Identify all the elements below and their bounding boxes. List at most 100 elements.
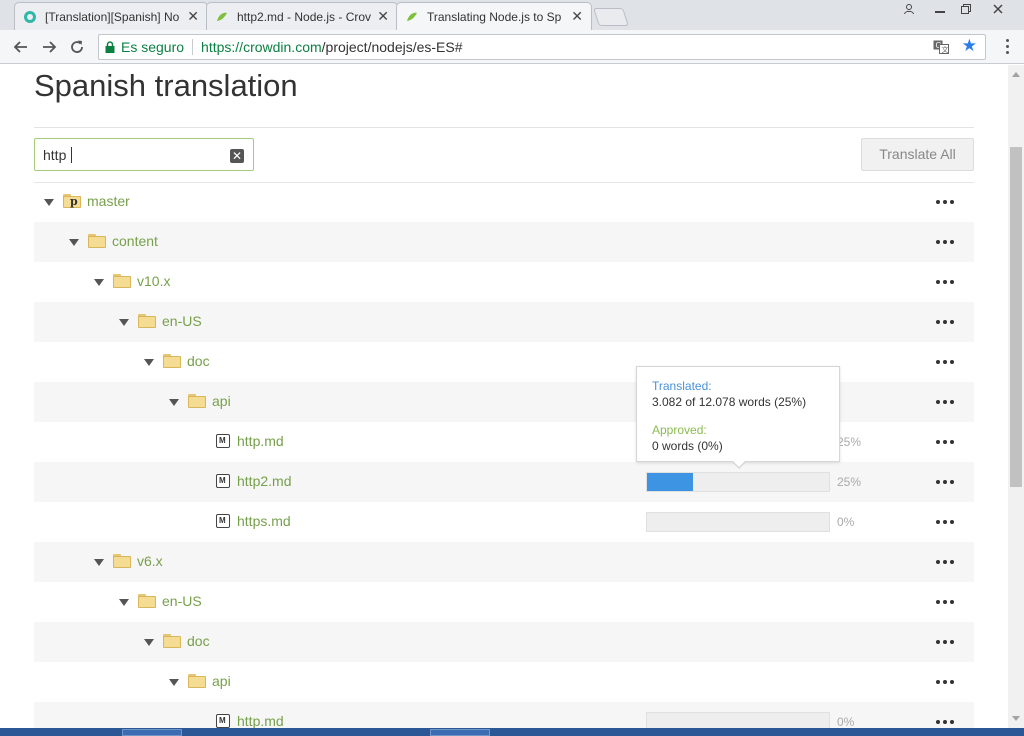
file-name-link[interactable]: http.md [237,433,284,449]
collapse-toggle-icon[interactable] [119,599,129,606]
collapse-toggle-icon[interactable] [44,199,54,206]
folder-name-link[interactable]: doc [187,633,210,649]
more-options-icon[interactable] [936,360,954,364]
translated-value: 3.082 of 12.078 words (25%) [652,395,807,409]
browser-tab-3[interactable]: Translating Node.js to Sp ✕ [396,2,592,30]
more-options-icon[interactable] [936,520,954,524]
folder-name-link[interactable]: doc [187,353,210,369]
more-options-icon[interactable] [936,640,954,644]
more-options-icon[interactable] [936,400,954,404]
nodejs-favicon-icon [407,12,417,21]
folder-row[interactable]: v6.x [34,542,974,582]
folder-row[interactable]: v10.x [34,262,974,302]
translated-label: Translated: [652,379,712,393]
folder-name-link[interactable]: master [87,193,130,209]
folder-row[interactable]: en-US [34,582,974,622]
scroll-up-icon[interactable] [1012,72,1020,77]
collapse-toggle-icon[interactable] [119,319,129,326]
scroll-down-icon[interactable] [1012,716,1020,721]
close-tab-icon[interactable]: ✕ [571,8,583,25]
more-options-icon[interactable] [936,600,954,604]
file-row[interactable]: http2.md 25% [34,462,974,502]
file-row[interactable]: https.md 0% [34,502,974,542]
more-options-icon[interactable] [936,440,954,444]
folder-row[interactable]: en-US [34,302,974,342]
progress-percent: 25% [837,475,862,489]
user-profile-icon[interactable] [898,0,920,18]
folder-row[interactable]: p master [34,182,974,222]
collapse-toggle-icon[interactable] [144,639,154,646]
collapse-toggle-icon[interactable] [144,359,154,366]
file-name-link[interactable]: http.md [237,713,284,728]
clear-search-icon[interactable]: ✕ [230,149,244,163]
collapse-toggle-icon[interactable] [94,559,104,566]
browser-tabbar: [Translation][Spanish] No ✕ http2.md - N… [0,0,1024,30]
folder-icon [138,594,156,608]
page-viewport: Spanish translation ✕ Translate All pmas… [0,65,1008,728]
collapse-toggle-icon[interactable] [94,279,104,286]
folder-row[interactable]: content [34,222,974,262]
collapse-toggle-icon[interactable] [169,679,179,686]
progress-tooltip: Translated: 3.082 of 12.078 words (25%) … [636,366,840,469]
more-options-icon[interactable] [936,280,954,284]
file-name-link[interactable]: https.md [237,513,291,529]
folder-icon [188,674,206,688]
more-options-icon[interactable] [936,200,954,204]
translate-icon[interactable]: G文 [933,39,949,55]
page-scrollbar[interactable] [1008,65,1024,728]
bookmark-star-icon[interactable]: ★ [962,36,977,56]
search-box[interactable]: ✕ [34,138,254,171]
progress-bar[interactable] [646,472,830,492]
browser-tab-2[interactable]: http2.md - Node.js - Crov ✕ [206,2,398,30]
back-icon[interactable] [10,36,32,58]
approved-label: Approved: [652,423,707,437]
collapse-toggle-icon[interactable] [169,399,179,406]
lock-icon [105,41,115,53]
forward-icon[interactable] [38,36,60,58]
folder-row[interactable]: api [34,662,974,702]
browser-menu-icon[interactable] [1006,39,1010,57]
more-options-icon[interactable] [936,240,954,244]
progress-bar[interactable] [646,712,830,728]
file-name-link[interactable]: http2.md [237,473,291,489]
title-divider [34,127,974,128]
folder-icon [163,354,181,368]
progress-percent: 0% [837,515,855,529]
close-window-icon[interactable] [984,0,1012,18]
taskbar-item[interactable] [430,729,490,736]
more-options-icon[interactable] [936,560,954,564]
folder-name-link[interactable]: api [212,393,231,409]
folder-icon [138,314,156,328]
restore-icon[interactable] [954,0,978,18]
more-options-icon[interactable] [936,680,954,684]
collapse-toggle-icon[interactable] [69,239,79,246]
close-tab-icon[interactable]: ✕ [377,8,389,25]
taskbar-item[interactable] [122,729,182,736]
more-options-icon[interactable] [936,720,954,724]
folder-name-link[interactable]: v10.x [137,273,170,289]
folder-name-link[interactable]: en-US [162,313,202,329]
new-tab-button[interactable] [593,8,629,26]
browser-tab-1[interactable]: [Translation][Spanish] No ✕ [14,2,208,30]
folder-name-link[interactable]: en-US [162,593,202,609]
progress-bar[interactable] [646,512,830,532]
browser-toolbar: Es seguro https://crowdin.com/project/no… [0,30,1024,64]
folder-row[interactable]: doc [34,622,974,662]
folder-name-link[interactable]: api [212,673,231,689]
reload-icon[interactable] [66,36,88,58]
minimize-icon[interactable] [928,0,952,18]
address-bar[interactable]: Es seguro https://crowdin.com/project/no… [98,34,986,60]
search-input[interactable] [43,147,223,163]
more-options-icon[interactable] [936,320,954,324]
file-row[interactable]: http.md 0% [34,702,974,728]
close-tab-icon[interactable]: ✕ [187,8,199,25]
browser-tab-title: http2.md - Node.js - Crov [237,9,372,24]
progress-percent: 25% [837,435,862,449]
translate-all-button[interactable]: Translate All [861,138,974,171]
folder-name-link[interactable]: v6.x [137,553,163,569]
branch-folder-icon: p [63,194,81,208]
svg-text:文: 文 [942,45,949,54]
scroll-thumb[interactable] [1010,147,1022,487]
folder-name-link[interactable]: content [112,233,158,249]
more-options-icon[interactable] [936,480,954,484]
